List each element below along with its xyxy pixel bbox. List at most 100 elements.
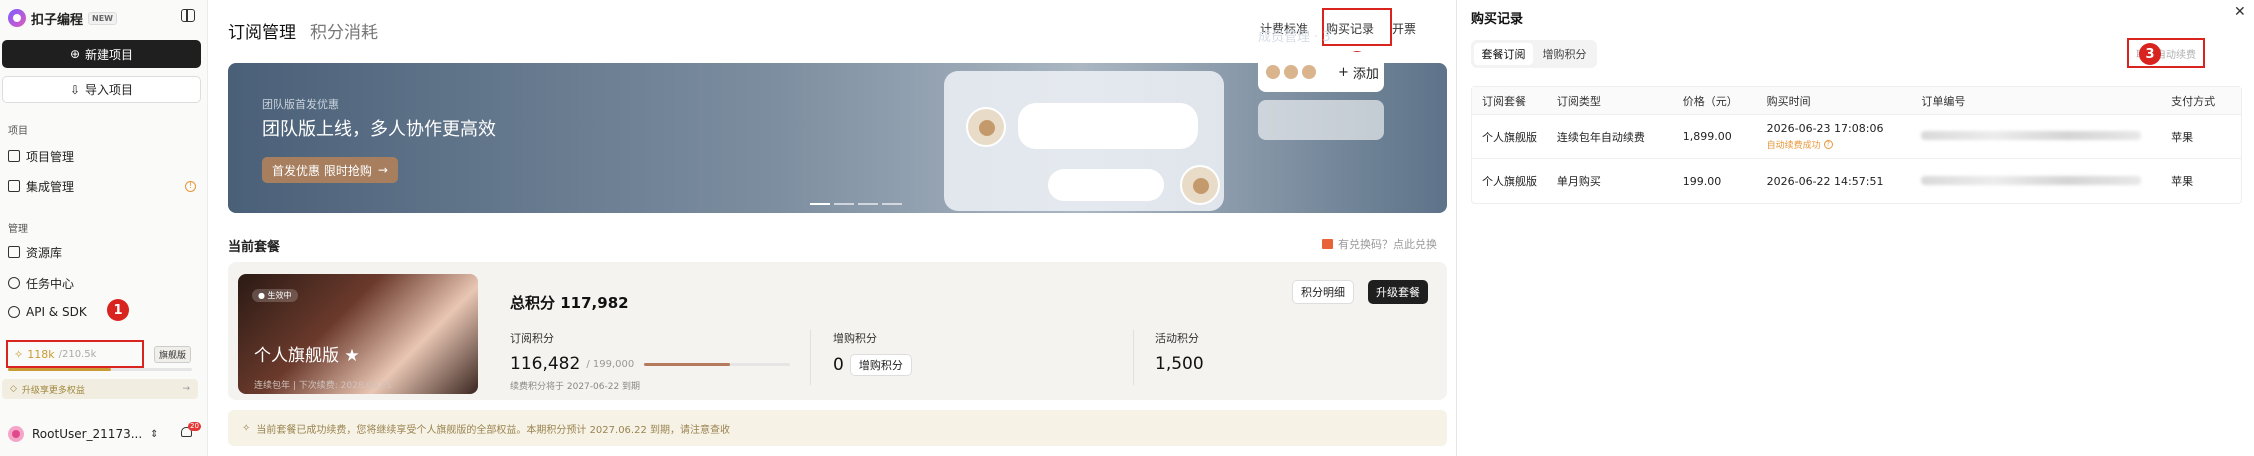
sidebar-item-api-sdk[interactable]: API & SDK bbox=[8, 303, 198, 321]
redacted-order-id bbox=[1921, 175, 2142, 185]
sub-credits-progress bbox=[644, 362, 791, 366]
integration-icon bbox=[8, 180, 20, 192]
sidebar-item-tasks[interactable]: 任务中心 bbox=[8, 274, 198, 292]
banner-cta-label: 首发优惠 限时抢购 bbox=[272, 163, 372, 178]
diamond-icon: ◇ bbox=[10, 384, 17, 394]
credits-max: /210.5k bbox=[58, 348, 97, 360]
credits-summary[interactable]: ✧ 118k /210.5k bbox=[6, 340, 144, 368]
table-row: 个人旗舰版 连续包年自动续费 1,899.00 2026-06-23 17:08… bbox=[1472, 115, 2241, 159]
notice-text: 当前套餐已成功续费，您将继续享受个人旗舰版的全部权益。本期积分预计 2027.0… bbox=[256, 424, 731, 436]
carousel-dot[interactable] bbox=[834, 203, 854, 205]
plan-tag: 旗舰版 bbox=[154, 346, 192, 363]
banner-member-title: 成员管理 · 3 bbox=[1258, 30, 1331, 45]
plan-name-label: 个人旗舰版 bbox=[254, 346, 339, 366]
cell-time: 2026-06-22 14:57:51 bbox=[1766, 174, 1884, 188]
import-icon: ⇩ bbox=[69, 82, 81, 97]
brand-logo[interactable]: 扣子编程 NEW bbox=[8, 8, 117, 28]
buy-extra-credits-button[interactable]: 增购积分 bbox=[849, 354, 912, 376]
cell-price: 1,899.00 bbox=[1682, 130, 1732, 143]
column-header: 购买时间 bbox=[1766, 94, 1811, 108]
tab-subscription[interactable]: 订阅管理 bbox=[228, 18, 296, 43]
upgrade-text: 升级享更多权益 bbox=[21, 385, 85, 396]
credit-detail-button[interactable]: 积分明细 bbox=[1292, 280, 1354, 304]
carousel-dot[interactable] bbox=[858, 203, 878, 205]
renew-status: 自动续费成功 ? bbox=[1767, 138, 1922, 151]
status-badge: ● 生效中 bbox=[252, 289, 298, 302]
member-add-label: 添加 bbox=[1352, 66, 1379, 82]
close-icon[interactable]: ✕ bbox=[2234, 4, 2246, 20]
total-label: 总积分 bbox=[510, 294, 556, 312]
activity-credits-value: 1,500 bbox=[1155, 354, 1204, 374]
cell-time-value: 2026-06-23 17:08:06 bbox=[1766, 122, 1884, 135]
banner-member-card-placeholder bbox=[1258, 100, 1384, 140]
brand-name: 扣子编程 bbox=[31, 12, 84, 28]
help-icon[interactable]: ? bbox=[1823, 140, 1833, 149]
arrow-right-icon: → bbox=[377, 163, 388, 177]
banner-cta-button[interactable]: 首发优惠 限时抢购 → bbox=[262, 157, 398, 183]
invoice-link[interactable]: 开票 bbox=[1392, 20, 1416, 37]
import-project-button[interactable]: ⇩ 导入项目 bbox=[2, 76, 201, 103]
column-header: 价格（元） bbox=[1682, 94, 1738, 108]
table-row: 个人旗舰版 单月购买 199.00 2026-06-22 14:57:51 苹果 bbox=[1472, 159, 2241, 203]
sidebar: 扣子编程 NEW ⊕ 新建项目 ⇩ 导入项目 项目 项目管理 集成管理 ! 管理… bbox=[0, 0, 208, 456]
notification-bell[interactable]: 20 bbox=[180, 422, 201, 438]
upgrade-plan-button[interactable]: 升级套餐 bbox=[1368, 280, 1428, 304]
section-label-manage: 管理 bbox=[8, 224, 28, 235]
activity-credits-label: 活动积分 bbox=[1155, 332, 1199, 345]
segment-subscription[interactable]: 套餐订阅 bbox=[1474, 43, 1533, 65]
upgrade-banner[interactable]: ◇ 升级享更多权益 → bbox=[2, 379, 198, 399]
status-label: 生效中 bbox=[267, 291, 292, 300]
tab-credit-usage[interactable]: 积分消耗 bbox=[310, 18, 378, 43]
current-plan-panel: ● 生效中 个人旗舰版 ★ 连续包年 | 下次续费: 2028.06.21 总积… bbox=[228, 262, 1447, 400]
renew-info: 连续包年 | 下次续费: 2028.06.21 bbox=[254, 381, 393, 391]
gift-icon bbox=[1322, 239, 1333, 249]
column-header: 支付方式 bbox=[2171, 94, 2216, 108]
subscription-credits: 订阅积分 116,482 / 199,000 续费积分将于 2027-06-22… bbox=[510, 330, 791, 392]
extra-credits-label: 增购积分 bbox=[833, 332, 877, 345]
user-name: RootUser_21173... bbox=[32, 427, 143, 441]
cell-order-id bbox=[1921, 175, 2171, 188]
avatar bbox=[8, 426, 24, 442]
chat-bubble-shape bbox=[1018, 103, 1198, 149]
warning-icon: ! bbox=[185, 180, 196, 192]
renew-status-label: 自动续费成功 bbox=[1766, 141, 1821, 151]
annotation-marker-3: 3 bbox=[2139, 43, 2161, 65]
plan-card: ● 生效中 个人旗舰版 ★ 连续包年 | 下次续费: 2028.06.21 bbox=[238, 274, 478, 394]
cell-order-id bbox=[1921, 130, 2171, 143]
sidebar-item-label: 集成管理 bbox=[26, 179, 75, 194]
cell-type: 单月购买 bbox=[1556, 175, 1601, 188]
redeem-text: 有兑换码？点此兑换 bbox=[1338, 238, 1437, 251]
redeem-code-link[interactable]: 有兑换码？点此兑换 bbox=[1322, 236, 1437, 252]
star-icon: ★ bbox=[344, 346, 360, 366]
credits-progress-fill bbox=[8, 368, 112, 371]
column-header: 订阅套餐 bbox=[1482, 94, 1526, 108]
carousel-dot[interactable] bbox=[810, 203, 830, 205]
highlight-purchase-history bbox=[1322, 8, 1392, 46]
carousel-dot[interactable] bbox=[882, 203, 902, 205]
sidebar-toggle-icon[interactable] bbox=[181, 9, 195, 22]
sub-credits-value-row: 116,482 / 199,000 bbox=[510, 354, 791, 374]
chevron-updown-icon: ⇕ bbox=[150, 428, 159, 440]
sidebar-item-integration[interactable]: 集成管理 ! bbox=[8, 177, 198, 195]
folder-icon bbox=[8, 150, 20, 162]
segment-extra-credits[interactable]: 增购积分 bbox=[1535, 43, 1594, 65]
purchase-table: 订阅套餐 订阅类型 价格（元） 购买时间 订单编号 支付方式 个人旗舰版 连续包… bbox=[1471, 86, 2242, 204]
sparkle-icon: ✧ bbox=[242, 422, 251, 434]
new-project-label: 新建项目 bbox=[85, 47, 134, 62]
activity-credits: 活动积分 1,500 bbox=[1155, 330, 1204, 374]
carousel-dots bbox=[810, 203, 902, 205]
sub-credits-note: 续费积分将于 2027-06-22 到期 bbox=[510, 382, 641, 392]
banner-illustration bbox=[944, 71, 1224, 211]
banner-member-card: + 添加 bbox=[1258, 52, 1384, 92]
new-project-button[interactable]: ⊕ 新建项目 bbox=[2, 40, 201, 68]
sub-credits-max: / 199,000 bbox=[586, 358, 635, 370]
sidebar-item-label: 资源库 bbox=[26, 245, 63, 260]
banner-headline: 团队版上线，多人协作更高效 bbox=[262, 119, 496, 140]
redacted-order-id bbox=[1921, 131, 2142, 140]
extra-credits-value-row: 0 增购积分 bbox=[833, 354, 912, 376]
sidebar-item-resources[interactable]: 资源库 bbox=[8, 243, 198, 261]
avatar bbox=[1302, 65, 1316, 79]
sidebar-item-project-management[interactable]: 项目管理 bbox=[8, 147, 198, 165]
renewal-notice: ✧ 当前套餐已成功续费，您将继续享受个人旗舰版的全部权益。本期积分预计 2027… bbox=[228, 410, 1447, 446]
user-menu[interactable]: RootUser_21173... ⇕ bbox=[8, 424, 198, 444]
